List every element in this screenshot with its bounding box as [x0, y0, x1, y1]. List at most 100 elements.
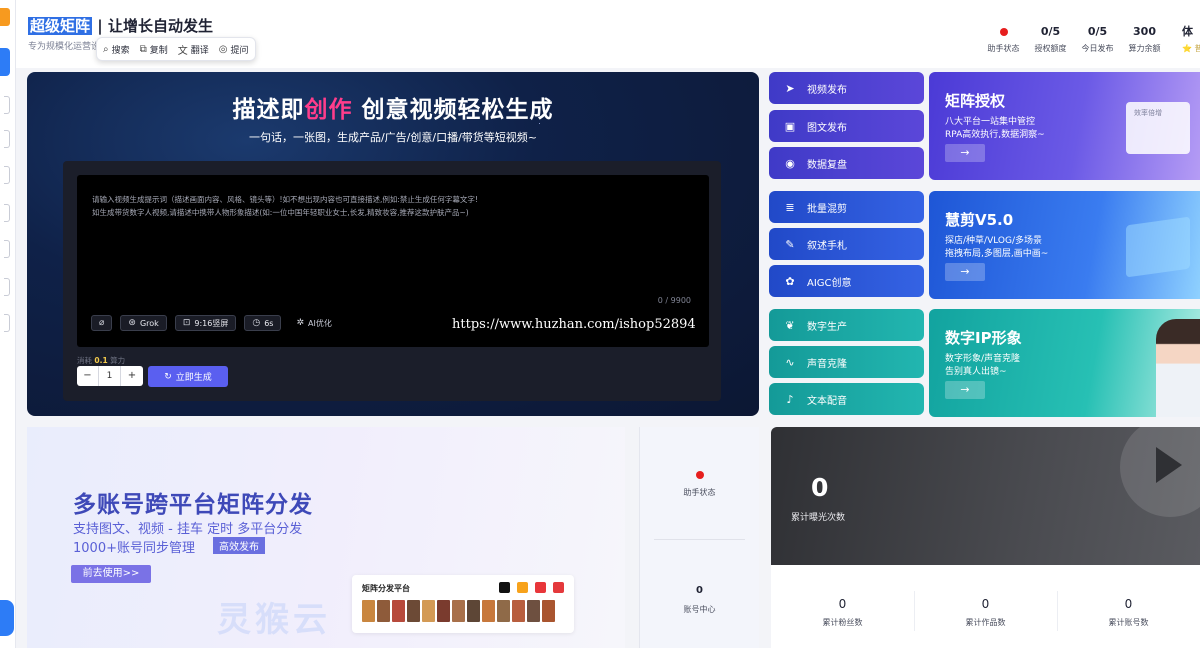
quantity-stepper: − 1 +: [77, 366, 143, 386]
total-works: 0 累计作品数: [914, 565, 1057, 648]
feature-data-review[interactable]: ◉ 数据复盘: [769, 147, 924, 179]
feature-voice-clone[interactable]: ∿ 声音克隆: [769, 346, 924, 378]
prompt-placeholder-line: 如生成带货数字人视频,请描述中携带人物形象描述(如:一位中国年轻职业女士,长发,…: [92, 208, 469, 217]
total-value: 0: [981, 597, 990, 611]
promo-smart-edit[interactable]: 慧剪V5.0 探店/种草/VLOG/多场景 拖拽布局,多图层,画中画~ →: [929, 191, 1200, 299]
rail-tab-orange[interactable]: [0, 8, 10, 26]
cost-value: 0.1: [94, 356, 108, 365]
duration-label: 6s: [264, 318, 274, 328]
hero-title-part: 创意视频轻松生成: [352, 97, 554, 123]
generate-label: 立即生成: [175, 373, 212, 383]
wave-icon: ∿: [785, 355, 795, 369]
helper-status-panel: 助手状态 0 账号中心: [639, 427, 759, 648]
illustration-label: 效率倍增: [1134, 109, 1162, 117]
stat-value: 0/5: [1087, 25, 1108, 38]
promo-digital-ip[interactable]: 数字IP形象 数字形象/声音克隆 告别真人出镜~ →: [929, 309, 1200, 417]
exposure-label: 累计曝光次数: [791, 513, 846, 523]
feature-text-dubbing[interactable]: ♪ 文本配音: [769, 383, 924, 415]
quantity-minus-button[interactable]: −: [77, 366, 99, 386]
promo-desc: 探店/种草/VLOG/多场景 拖拽布局,多图层,画中画~: [945, 235, 1048, 261]
model-label: Grok: [139, 318, 159, 328]
ai-optimize-button[interactable]: ✲ AI优化: [289, 315, 338, 331]
toolbar-translate-button[interactable]: 文翻译: [178, 42, 209, 57]
feature-digital-production[interactable]: ❦ 数字生产: [769, 309, 924, 341]
feature-batch-edit[interactable]: ≣ 批量混剪: [769, 191, 924, 223]
status-dot-icon: [999, 28, 1008, 36]
thumbnail: [422, 600, 435, 622]
toolbar-ask-button[interactable]: ◎ 提问: [219, 43, 249, 56]
feature-image-publish[interactable]: ▣ 图文发布: [769, 110, 924, 142]
duration-select[interactable]: ◷ 6s: [244, 315, 282, 331]
rail-tab[interactable]: [4, 204, 10, 222]
stat-experience[interactable]: 体 ⭐ 普: [1168, 24, 1200, 58]
rail-tab[interactable]: [4, 96, 10, 114]
char-counter: 0 / 9900: [657, 296, 691, 305]
stat-compute-balance[interactable]: 300 算力余额: [1121, 24, 1168, 58]
stat-license-quota[interactable]: 0/5 授权额度: [1027, 24, 1074, 58]
banner-cta-button[interactable]: 前去使用>>: [71, 565, 151, 583]
stat-label: 授权额度: [1034, 44, 1067, 53]
toolbar-search-button[interactable]: ⌕ 搜索: [103, 43, 130, 56]
model-select[interactable]: ⊛ Grok: [120, 315, 167, 331]
note-icon: ✎: [785, 237, 795, 251]
quantity-value[interactable]: 1: [99, 366, 121, 386]
rail-tab[interactable]: [4, 314, 10, 332]
ratio-select[interactable]: ⊡ 9:16竖屏: [174, 315, 237, 331]
attach-button[interactable]: ⌀: [91, 315, 113, 331]
brand-highlight: 超级矩阵: [28, 17, 93, 35]
promo-title: 矩阵授权: [945, 92, 1006, 110]
rail-tab[interactable]: [4, 166, 10, 184]
rail-tab[interactable]: [4, 130, 10, 148]
account-center-value: 0: [696, 585, 703, 596]
stat-label: 今日发布: [1081, 44, 1114, 53]
account-center-link[interactable]: 账号中心: [640, 604, 759, 615]
feature-label: 叙述手札: [807, 240, 847, 252]
stat-value: 300: [1133, 25, 1156, 38]
stat-helper-status[interactable]: 助手状态: [980, 24, 1027, 58]
thumbnail: [512, 600, 525, 622]
total-label: 累计账号数: [1108, 618, 1149, 627]
layers-icon: ≣: [785, 200, 795, 214]
rail-service-button[interactable]: [0, 600, 14, 636]
search-icon: ⌕: [103, 43, 109, 55]
thumbnail: [497, 600, 510, 622]
stat-label: ⭐ 普: [1182, 44, 1200, 53]
promo-desc-line: RPA高效执行,数据洞察~: [945, 130, 1045, 140]
quantity-plus-button[interactable]: +: [121, 366, 143, 386]
feature-video-publish[interactable]: ➤ 视频发布: [769, 72, 924, 104]
ai-optimize-label: AI优化: [308, 318, 332, 328]
brand-subtitle: 专为规模化运营设: [28, 42, 101, 52]
generate-button[interactable]: ↻ 立即生成: [148, 366, 228, 387]
feature-narration-notes[interactable]: ✎ 叙述手札: [769, 228, 924, 260]
header-stats: 助手状态 0/5 授权额度 0/5 今日发布 300 算力余额 体 ⭐ 普: [980, 24, 1200, 58]
promo-matrix-license[interactable]: 矩阵授权 八大平台一站集中管控 RPA高效执行,数据洞察~ → 效率倍增: [929, 72, 1200, 180]
prompt-placeholder-line: 请输入视频生成提示词（描述画面内容、风格、镜头等）!如不想出现内容也可直接描述,…: [92, 195, 478, 204]
promo-arrow-button[interactable]: →: [945, 263, 985, 281]
platform-icon: [553, 582, 564, 593]
video-generation-hero: 描述即创作 创意视频轻松生成 一句话，一张图，生成产品/广告/创意/口播/带货等…: [27, 72, 759, 416]
promo-arrow-button[interactable]: →: [945, 381, 985, 399]
brand-title: 超级矩阵 | 让增长自动发生: [28, 15, 213, 36]
promo-arrow-button[interactable]: →: [945, 144, 985, 162]
stat-today-publish[interactable]: 0/5 今日发布: [1074, 24, 1121, 58]
copy-icon: ⧉: [139, 43, 147, 55]
rail-tab[interactable]: [4, 278, 10, 296]
rail-tab-active[interactable]: [0, 48, 10, 76]
feature-aigc[interactable]: ✿ AIGC创意: [769, 265, 924, 297]
feature-label: 数字生产: [807, 321, 847, 333]
thumbnail: [542, 600, 555, 622]
cost-label: 消耗: [77, 356, 92, 365]
paperclip-icon: ⌀: [99, 318, 105, 328]
total-value: 0: [1124, 597, 1133, 611]
generation-panel: 请输入视频生成提示词（描述画面内容、风格、镜头等）!如不想出现内容也可直接描述,…: [63, 161, 721, 401]
hero-title: 描述即创作 创意视频轻松生成: [27, 90, 759, 124]
rail-tab[interactable]: [4, 240, 10, 258]
thumbnail: [467, 600, 480, 622]
toolbar-copy-button[interactable]: ⧉ 复制: [140, 43, 168, 56]
thumbnail: [392, 600, 405, 622]
toolbar-ask-label: 提问: [230, 45, 249, 56]
thumbnail: [437, 600, 450, 622]
thumbnail: [527, 600, 540, 622]
total-label: 累计作品数: [965, 618, 1006, 627]
total-value: 0: [838, 597, 847, 611]
